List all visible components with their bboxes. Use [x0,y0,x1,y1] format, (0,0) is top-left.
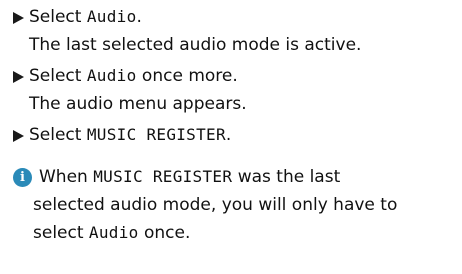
info-note: i When MUSIC REGISTER was the last selec… [13,163,453,247]
info-line-1: When MUSIC REGISTER was the last [39,167,341,187]
step-1: Select Audio. The last selected audio mo… [13,3,361,59]
step-1-result: The last selected audio mode is active. [29,35,362,55]
ui-term-music-register: MUSIC REGISTER [86,125,226,144]
step-3: Select MUSIC REGISTER. [13,121,231,149]
step-2-instruction: Select Audio once more. [29,66,238,86]
step-1-instruction: Select Audio. [29,7,142,27]
info-icon: i [13,168,32,187]
ui-term-audio: Audio [88,223,139,242]
step-arrow-icon [13,12,24,24]
step-arrow-icon [13,130,24,142]
ui-term-audio: Audio [86,66,137,85]
step-3-instruction: Select MUSIC REGISTER. [29,125,232,145]
info-line-2: selected audio mode, you will only have … [33,195,398,215]
ui-term-music-register: MUSIC REGISTER [93,167,233,186]
ui-term-audio: Audio [86,7,137,26]
step-arrow-icon [13,71,24,83]
info-line-3: select Audio once. [33,223,191,243]
step-2-result: The audio menu appears. [29,94,247,114]
step-2: Select Audio once more. The audio menu a… [13,62,247,118]
